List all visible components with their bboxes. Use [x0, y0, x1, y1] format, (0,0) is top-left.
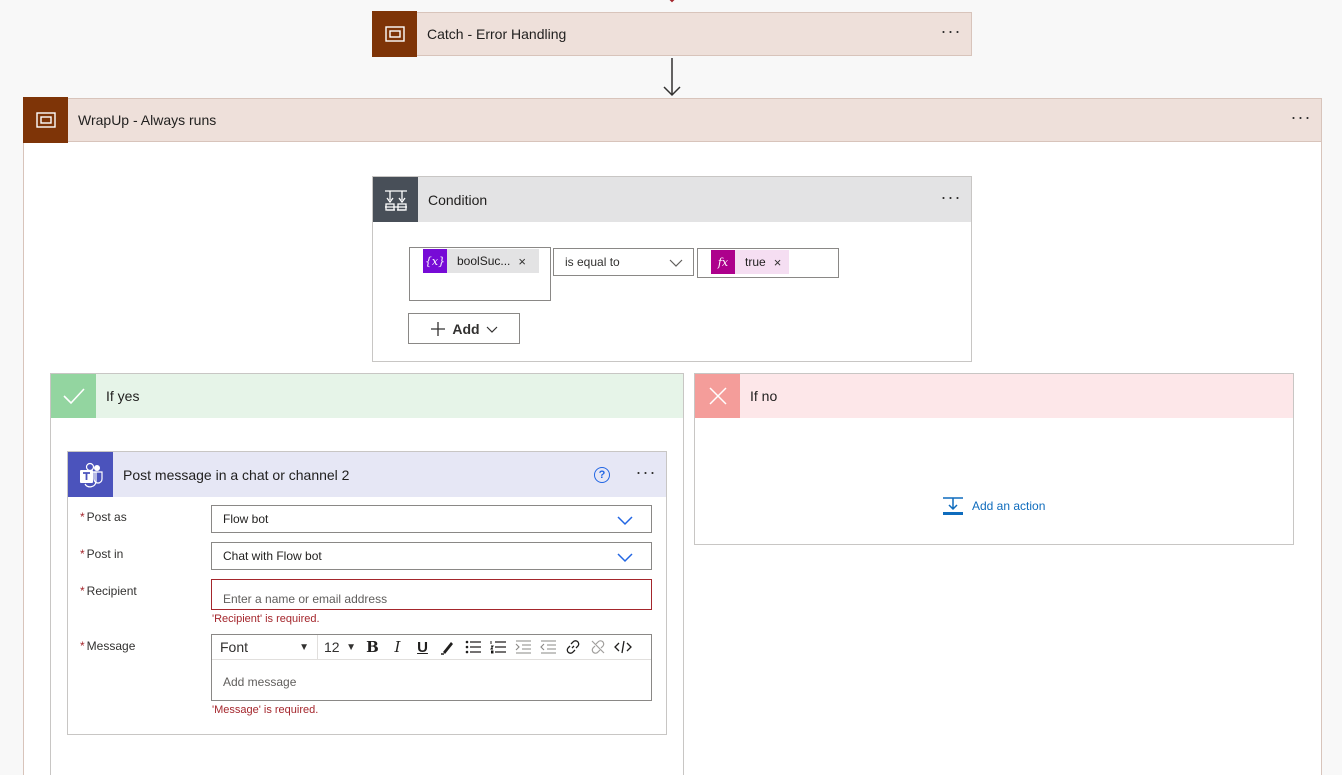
branch-no-header: If no	[695, 374, 1293, 418]
post-in-label: * Post in	[80, 547, 123, 561]
variable-icon: {x}	[423, 249, 447, 273]
condition-operator-dropdown[interactable]: is equal to	[553, 248, 694, 276]
add-an-action-label: Add an action	[972, 499, 1046, 513]
condition-add-button[interactable]: Add	[408, 313, 520, 344]
teams-icon	[68, 452, 113, 497]
connector-arrow-down	[663, 58, 681, 97]
chevron-down-icon	[669, 259, 683, 267]
chevron-down-icon	[486, 326, 498, 333]
italic-icon[interactable]: I	[385, 635, 410, 660]
expression-token-label: true	[745, 255, 766, 269]
recipient-input[interactable]: Enter a name or email address	[211, 579, 652, 610]
teams-action-header[interactable]: Post message in a chat or channel 2 ? ··…	[68, 452, 666, 497]
font-family-dropdown[interactable]: Font ▼	[212, 634, 318, 660]
wrapup-scope-header[interactable]: WrapUp - Always runs ···	[23, 97, 1321, 143]
link-icon[interactable]	[560, 635, 585, 660]
close-x-icon	[695, 374, 740, 418]
branch-yes-header: If yes	[51, 374, 683, 418]
required-marker: *	[80, 547, 85, 561]
scope-icon	[23, 97, 68, 143]
branch-yes-title: If yes	[106, 388, 140, 404]
post-as-label-text: Post as	[86, 510, 127, 524]
add-button-label: Add	[452, 320, 480, 337]
branch-if-no: If no	[694, 373, 1294, 545]
expression-fx-icon: fx	[711, 250, 735, 274]
message-label: * Message	[80, 639, 135, 653]
message-error-message: 'Message' is required.	[212, 704, 319, 716]
code-view-icon[interactable]	[610, 635, 635, 660]
message-label-text: Message	[86, 639, 136, 653]
caret-down-icon: ▼	[346, 641, 356, 653]
condition-header[interactable]: Condition ···	[373, 177, 971, 222]
highlight-pen-icon[interactable]	[435, 635, 460, 660]
recipient-label: * Recipient	[80, 584, 137, 598]
scope-icon	[372, 11, 417, 57]
wrapup-scope-title: WrapUp - Always runs	[78, 112, 217, 128]
unlink-icon[interactable]	[585, 635, 610, 660]
teams-action-title: Post message in a chat or channel 2	[123, 466, 350, 483]
recipient-placeholder: Enter a name or email address	[223, 591, 388, 606]
catch-scope-card[interactable]: Catch - Error Handling ···	[372, 11, 972, 57]
add-an-action-button[interactable]: Add an action	[942, 496, 1045, 516]
checkmark-icon	[51, 374, 96, 418]
post-as-label: * Post as	[80, 510, 127, 524]
condition-more-options-button[interactable]: ···	[931, 188, 971, 208]
indent-icon[interactable]	[510, 635, 535, 660]
bullet-list-icon[interactable]	[460, 635, 485, 660]
post-as-value: Flow bot	[223, 512, 269, 526]
post-in-value: Chat with Flow bot	[223, 549, 322, 563]
variable-token[interactable]: {x} boolSuc... ×	[423, 249, 539, 273]
catch-scope-title: Catch - Error Handling	[427, 26, 567, 42]
required-marker: *	[80, 639, 85, 653]
post-as-dropdown[interactable]: Flow bot	[211, 505, 652, 533]
help-icon[interactable]: ?	[594, 466, 610, 483]
underline-icon[interactable]: U	[410, 635, 435, 660]
bold-icon[interactable]: B	[360, 635, 385, 660]
recipient-error-message: 'Recipient' is required.	[212, 613, 320, 625]
numbered-list-icon[interactable]	[485, 635, 510, 660]
outdent-icon[interactable]	[535, 635, 560, 660]
add-action-icon	[943, 497, 963, 515]
required-marker: *	[80, 584, 85, 598]
condition-left-operand[interactable]: {x} boolSuc... ×	[409, 247, 551, 301]
remove-token-icon[interactable]: ×	[774, 255, 790, 270]
font-family-value: Font	[220, 639, 249, 655]
operator-value: is equal to	[565, 255, 620, 269]
wrapup-more-options-button[interactable]: ···	[1281, 108, 1321, 128]
expression-token[interactable]: fx true ×	[711, 250, 790, 274]
font-size-dropdown[interactable]: 12 ▼	[318, 635, 360, 660]
connector-arrow-top	[669, 0, 675, 3]
teams-more-options-button[interactable]: ···	[626, 463, 666, 483]
font-size-value: 12	[324, 639, 340, 655]
condition-icon	[373, 177, 418, 222]
variable-token-label: boolSuc...	[457, 254, 511, 268]
remove-token-icon[interactable]: ×	[518, 254, 534, 269]
catch-more-options-button[interactable]: ···	[931, 22, 971, 42]
condition-right-operand[interactable]: fx true ×	[697, 248, 839, 278]
post-in-label-text: Post in	[86, 547, 124, 561]
editor-toolbar: Font ▼ 12 ▼ B I U	[212, 634, 651, 660]
required-marker: *	[80, 510, 85, 524]
message-placeholder: Add message	[223, 675, 297, 689]
plus-icon	[431, 321, 446, 336]
chevron-down-icon	[617, 516, 633, 526]
message-rich-text-editor[interactable]: Font ▼ 12 ▼ B I U Add message	[211, 634, 652, 701]
recipient-label-text: Recipient	[86, 584, 137, 598]
catch-scope-header[interactable]: Catch - Error Handling ···	[372, 11, 972, 57]
chevron-down-icon	[617, 553, 633, 563]
condition-title: Condition	[428, 191, 488, 208]
post-in-dropdown[interactable]: Chat with Flow bot	[211, 542, 652, 570]
branch-no-title: If no	[750, 388, 778, 404]
caret-down-icon: ▼	[299, 641, 309, 653]
